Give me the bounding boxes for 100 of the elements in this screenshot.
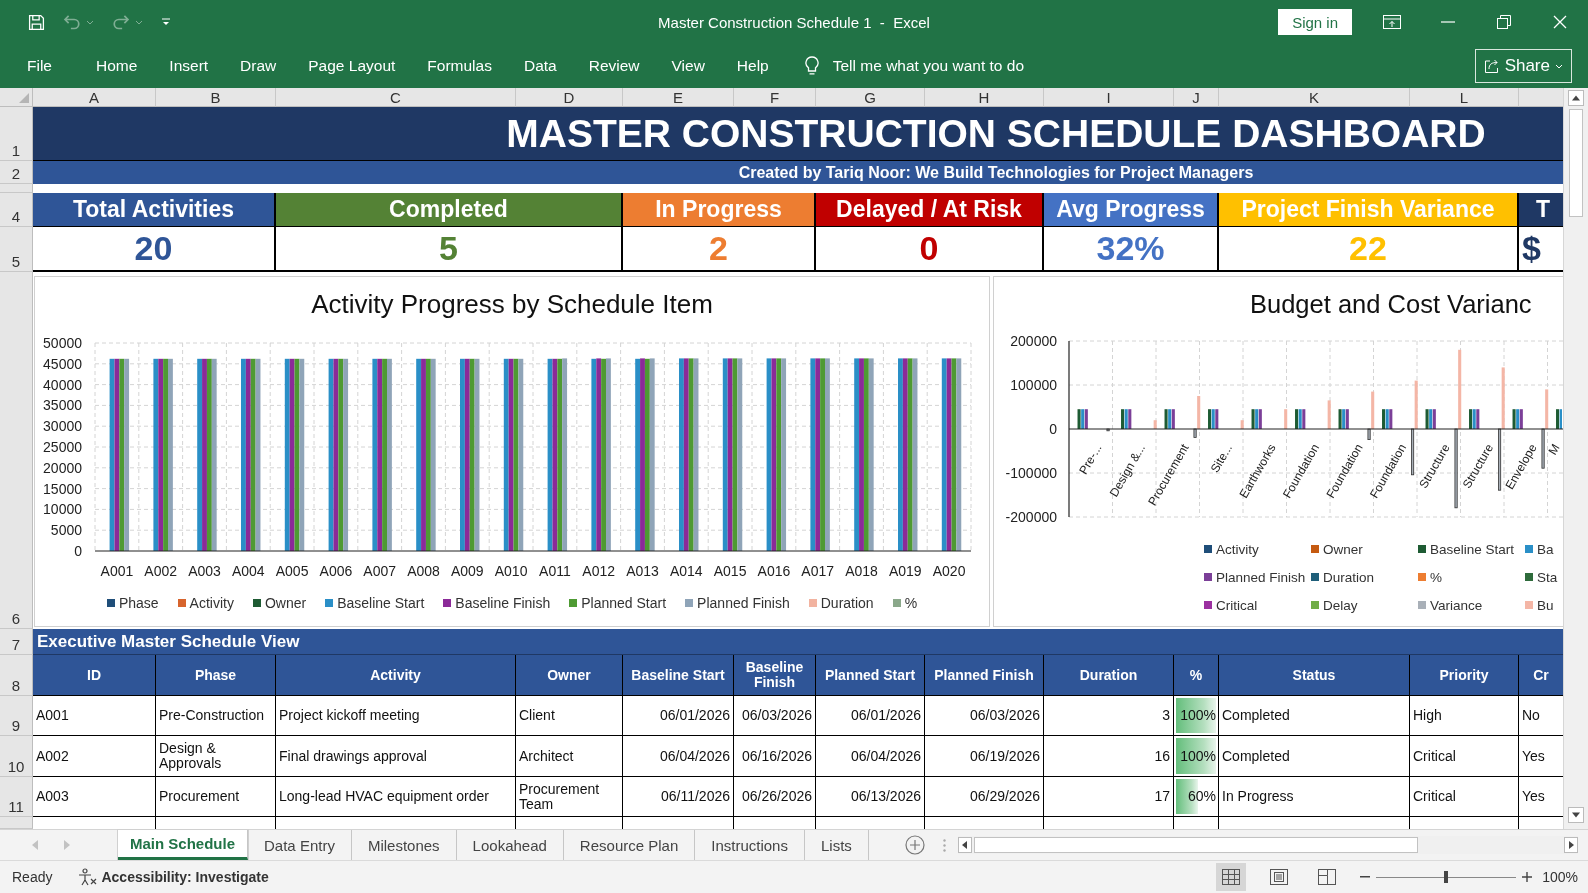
legend-label: Baseline Start bbox=[337, 595, 425, 611]
table-cell: 06/04/2026 bbox=[623, 736, 734, 777]
column-header: Phase bbox=[156, 655, 276, 696]
legend-label: Activity bbox=[1216, 541, 1259, 557]
table-cell: 06/26/2026 bbox=[734, 777, 816, 817]
column-header: Activity bbox=[276, 655, 516, 696]
column-header: Baseline Finish bbox=[734, 655, 816, 696]
chart-title: Activity Progress by Schedule Item bbox=[310, 288, 714, 321]
column-header: ID bbox=[33, 655, 156, 696]
category-label: A010 bbox=[494, 563, 528, 579]
category-label: A013 bbox=[626, 563, 659, 579]
kpi-label: Project Finish Variance bbox=[1219, 193, 1519, 227]
axis-label: 40000 bbox=[43, 376, 82, 393]
column-header: Cr bbox=[1519, 655, 1563, 696]
window-title: Master Construction Schedule 1 - Excel bbox=[658, 13, 930, 31]
dashboard-title: MASTER CONSTRUCTION SCHEDULE DASHBOARD bbox=[33, 107, 1563, 161]
category-label: A007 bbox=[363, 563, 397, 579]
table-cell: Project kickoff meeting bbox=[276, 696, 516, 736]
table-cell: A002 bbox=[33, 736, 156, 777]
kpi-value: 0 bbox=[816, 227, 1044, 272]
category-label: A014 bbox=[669, 563, 703, 579]
table-cell: 06/03/2026 bbox=[734, 696, 816, 736]
category-label: A018 bbox=[845, 563, 878, 579]
table-cell: 06/01/2026 bbox=[623, 696, 734, 736]
axis-label: 45000 bbox=[43, 355, 82, 372]
table-cell: Completed bbox=[1219, 696, 1410, 736]
legend-label: Phase bbox=[118, 595, 159, 611]
column-header: Priority bbox=[1410, 655, 1519, 696]
legend-label: Duration bbox=[1323, 569, 1375, 585]
axis-label: -200000 bbox=[1005, 509, 1057, 525]
axis-label: 100000 bbox=[1010, 377, 1057, 393]
table-cell: 3 bbox=[1044, 696, 1174, 736]
table-cell: Completed bbox=[1219, 736, 1410, 777]
axis-label: 10000 bbox=[43, 501, 82, 518]
percent-value: 100% bbox=[1180, 748, 1216, 764]
legend-label: Ba bbox=[1537, 541, 1554, 557]
table-cell: 06/19/2026 bbox=[925, 736, 1044, 777]
column-header: Status bbox=[1219, 655, 1410, 696]
table-cell: In Progress bbox=[1219, 777, 1410, 817]
axis-label: 20000 bbox=[43, 459, 82, 476]
table-cell: 06/03/2026 bbox=[925, 696, 1044, 736]
table-cell: 17 bbox=[1044, 777, 1174, 817]
percent-value: 60% bbox=[1187, 789, 1216, 804]
column-header: Planned Finish bbox=[925, 655, 1044, 696]
category-label: A002 bbox=[144, 563, 178, 579]
kpi-label: T bbox=[1519, 193, 1563, 227]
column-header: Baseline Start bbox=[623, 655, 734, 696]
category-label: A015 bbox=[713, 563, 747, 579]
table-cell: Final drawings approval bbox=[276, 736, 516, 777]
kpi-value: 32% bbox=[1044, 227, 1219, 272]
axis-label: 200000 bbox=[1010, 333, 1057, 349]
legend-label: Bu bbox=[1537, 597, 1554, 613]
table-cell: 06/13/2026 bbox=[816, 777, 925, 817]
table-cell: Procurement Team bbox=[516, 777, 623, 817]
category-label: A016 bbox=[757, 563, 791, 579]
kpi-value: 2 bbox=[623, 227, 816, 272]
dashboard-subtitle: Created by Tariq Noor: We Build Technologies for Project Managers bbox=[33, 161, 1563, 184]
table-cell: Design & Approvals bbox=[156, 736, 276, 777]
table-cell: High bbox=[1410, 696, 1519, 736]
legend-label: Activity bbox=[189, 595, 234, 611]
table-cell: 06/16/2026 bbox=[734, 736, 816, 777]
table-cell: 06/01/2026 bbox=[816, 696, 925, 736]
axis-label: -100000 bbox=[1005, 465, 1057, 481]
table-cell: 06/11/2026 bbox=[623, 777, 734, 817]
category-label: A017 bbox=[801, 563, 835, 579]
category-label: A011 bbox=[539, 563, 571, 579]
axis-label: 5000 bbox=[50, 522, 82, 539]
legend-label: Delay bbox=[1323, 597, 1358, 613]
kpi-value: 20 bbox=[33, 227, 276, 272]
category-label: A012 bbox=[582, 563, 616, 579]
kpi-label: In Progress bbox=[623, 193, 816, 227]
column-header: Owner bbox=[516, 655, 623, 696]
kpi-label: Avg Progress bbox=[1044, 193, 1219, 227]
category-label: A009 bbox=[450, 563, 484, 579]
axis-label: 30000 bbox=[43, 418, 82, 435]
category-label: A001 bbox=[100, 563, 134, 579]
table-cell: Critical bbox=[1410, 736, 1519, 777]
legend-label: Planned Finish bbox=[1216, 569, 1306, 585]
table-cell: A003 bbox=[33, 777, 156, 817]
status-text: Ready bbox=[11, 869, 53, 885]
table-cell: 06/04/2026 bbox=[816, 736, 925, 777]
legend-label: Critical bbox=[1216, 597, 1258, 613]
legend-label: Variance bbox=[1430, 597, 1483, 613]
category-label: A019 bbox=[888, 563, 922, 579]
kpi-value: 5 bbox=[276, 227, 623, 272]
legend-label: Planned Finish bbox=[697, 595, 790, 611]
category-label: A004 bbox=[231, 563, 265, 579]
kpi-value: 22 bbox=[1219, 227, 1519, 272]
legend-label: Baseline Finish bbox=[455, 595, 551, 611]
legend-label: Planned Start bbox=[581, 595, 667, 611]
table-cell: Critical bbox=[1410, 777, 1519, 817]
percent-value: 100% bbox=[1180, 708, 1216, 723]
legend-label: Duration bbox=[820, 595, 874, 611]
column-header: % bbox=[1174, 655, 1219, 696]
axis-label: 15000 bbox=[43, 480, 82, 497]
table-cell: A001 bbox=[33, 696, 156, 736]
legend-label: % bbox=[1430, 569, 1442, 585]
category-label: M bbox=[1545, 441, 1563, 458]
axis-label: 25000 bbox=[43, 439, 82, 455]
category-label: A006 bbox=[319, 563, 353, 579]
